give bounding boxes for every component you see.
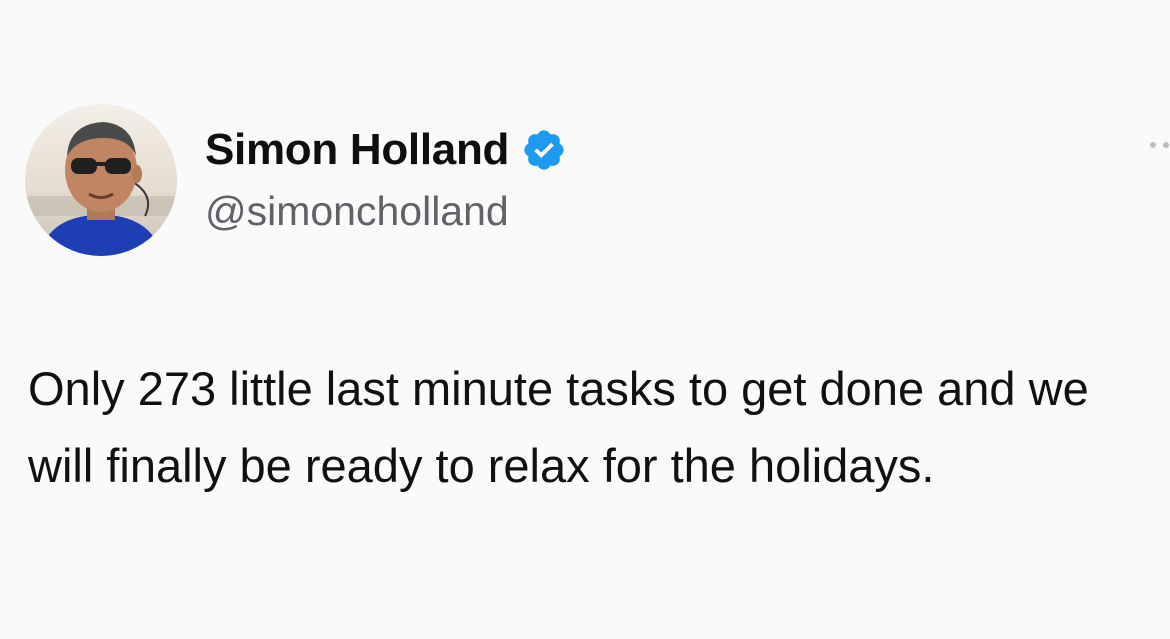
display-name[interactable]: Simon Holland	[205, 125, 509, 175]
more-options-icon[interactable]	[1150, 142, 1170, 152]
verified-badge-icon	[521, 127, 567, 173]
author-handle[interactable]: @simoncholland	[205, 188, 509, 235]
author-name-row: Simon Holland	[205, 122, 567, 178]
avatar-photo	[25, 104, 177, 256]
tweet-text: Only 273 little last minute tasks to get…	[28, 362, 1089, 492]
more-dot	[1163, 142, 1169, 148]
more-dot	[1150, 142, 1156, 148]
tweet-card: Simon Holland @simoncholland Only 273 li…	[0, 0, 1170, 639]
avatar[interactable]	[25, 104, 177, 256]
